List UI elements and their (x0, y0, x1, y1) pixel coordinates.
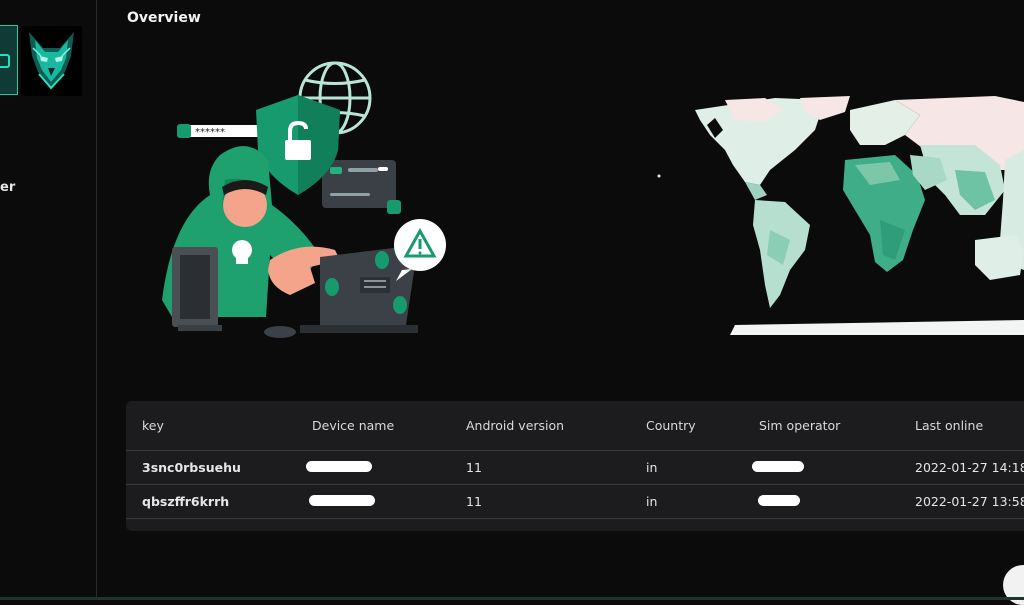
sidebar-item-label[interactable]: er (0, 180, 15, 195)
devices-table: key Device name Android version Country … (126, 401, 1024, 531)
row-country: in (646, 494, 658, 509)
redacted-device-name (306, 461, 372, 472)
table-row[interactable]: 3snc0rbsuehu 11 in 2022-01-27 14:18:5 (126, 451, 1024, 485)
world-map[interactable] (655, 90, 1024, 335)
col-android-version[interactable]: Android version (466, 418, 564, 433)
row-android: 11 (466, 460, 482, 475)
warning-icon (394, 219, 446, 281)
row-android: 11 (466, 494, 482, 509)
table-row[interactable]: qbszffr6krrh 11 in 2022-01-27 13:58:3 (126, 485, 1024, 519)
row-country: in (646, 460, 658, 475)
password-mask: ****** (195, 127, 225, 138)
row-last-online: 2022-01-27 13:58:3 (915, 494, 1024, 509)
col-last-online[interactable]: Last online (915, 418, 983, 433)
redacted-device-name (309, 495, 375, 506)
sidebar: er (0, 0, 97, 600)
row-key: 3snc0rbsuehu (142, 460, 241, 475)
sidebar-toggle[interactable] (0, 25, 18, 95)
table-header: key Device name Android version Country … (126, 401, 1024, 451)
row-last-online: 2022-01-27 14:18:5 (915, 460, 1024, 475)
col-country[interactable]: Country (646, 418, 696, 433)
redacted-sim-operator (758, 495, 800, 506)
col-device-name[interactable]: Device name (312, 418, 394, 433)
row-key: qbszffr6krrh (142, 494, 230, 509)
col-sim-operator[interactable]: Sim operator (759, 418, 840, 433)
redacted-sim-operator (752, 461, 804, 472)
col-key[interactable]: key (142, 418, 164, 433)
page-title: Overview (127, 10, 201, 26)
toggle-icon (0, 54, 10, 68)
hacker-illustration: ****** (150, 55, 450, 340)
wolf-logo-icon[interactable] (21, 26, 82, 96)
